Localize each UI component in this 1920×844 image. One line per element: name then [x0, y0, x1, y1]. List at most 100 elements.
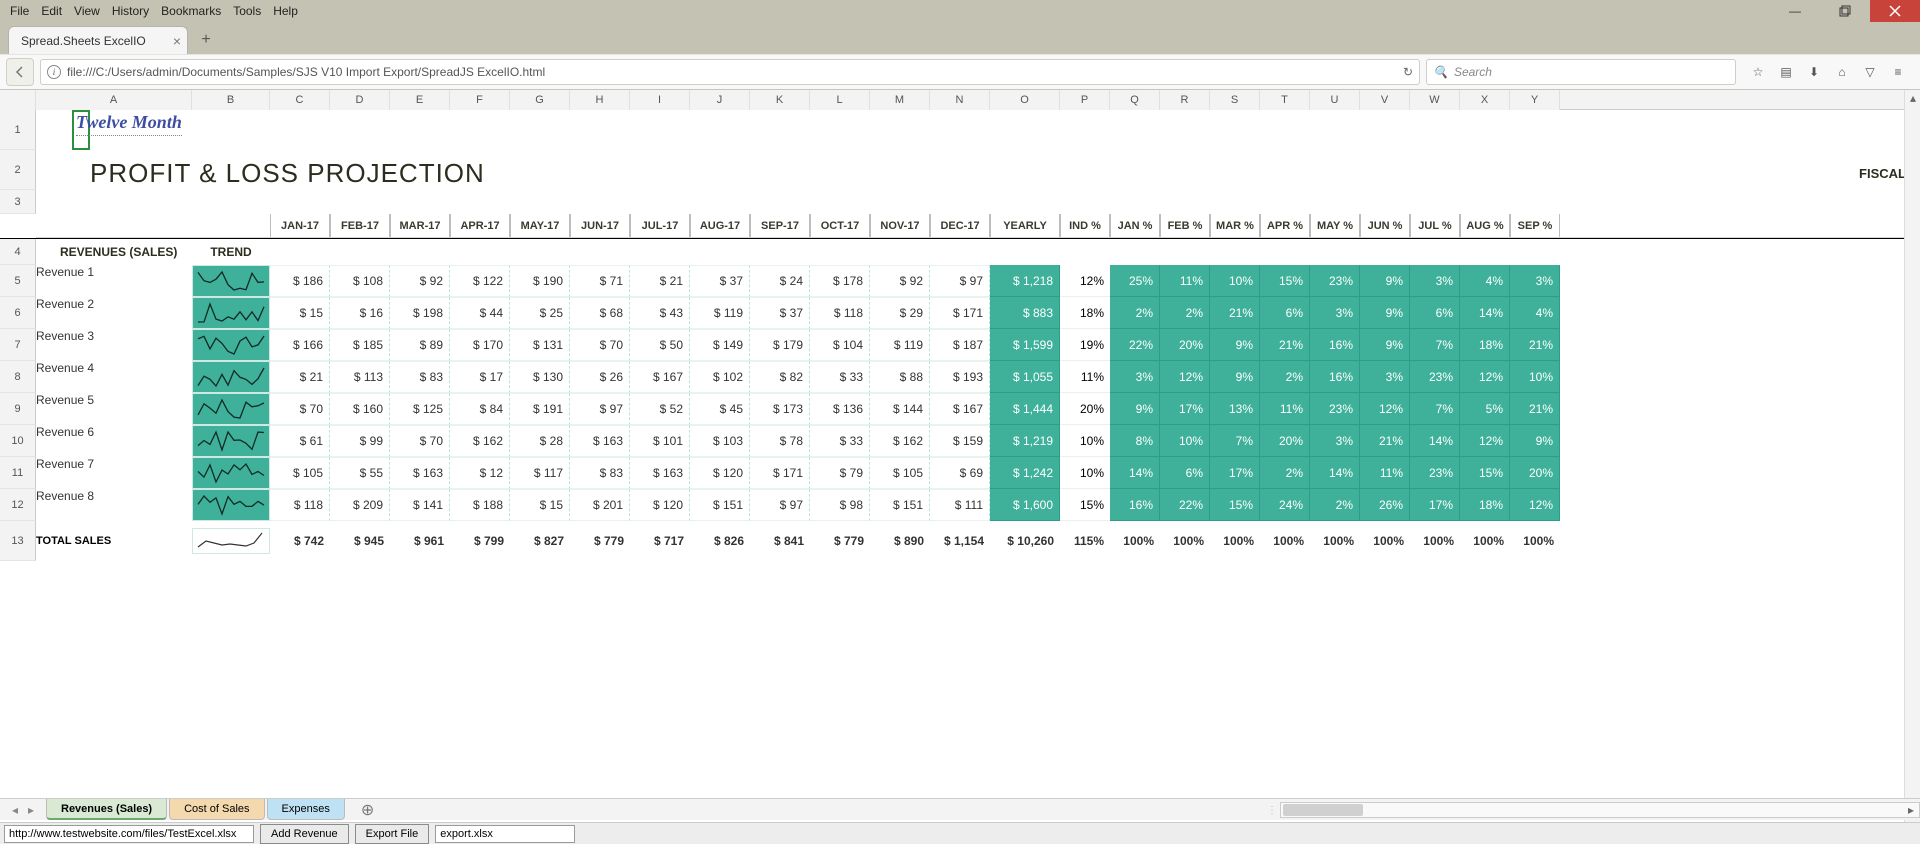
vertical-scrollbar[interactable]: ▴ ▾ [1904, 90, 1920, 822]
back-button[interactable] [6, 58, 34, 86]
col-header[interactable]: I [630, 90, 690, 110]
revenue-name[interactable]: Revenue 3 [36, 329, 192, 361]
month-value[interactable]: $ 84 [450, 393, 510, 425]
sheet-tab[interactable]: Cost of Sales [169, 799, 264, 820]
window-minimize-icon[interactable]: — [1770, 0, 1820, 22]
month-value[interactable]: $ 97 [750, 489, 810, 521]
month-value[interactable]: $ 167 [630, 361, 690, 393]
revenue-name[interactable]: Revenue 1 [36, 265, 192, 297]
month-value[interactable]: $ 120 [690, 457, 750, 489]
scroll-up-icon[interactable]: ▴ [1905, 90, 1920, 106]
month-value[interactable]: $ 198 [390, 297, 450, 329]
month-value[interactable]: $ 178 [810, 265, 870, 297]
row-header-1[interactable]: 1 [0, 110, 36, 150]
month-value[interactable]: $ 71 [570, 265, 630, 297]
month-value[interactable]: $ 170 [450, 329, 510, 361]
col-header[interactable]: Q [1110, 90, 1160, 110]
month-value[interactable]: $ 21 [630, 265, 690, 297]
month-value[interactable]: $ 78 [750, 425, 810, 457]
page-info-icon[interactable]: i [47, 65, 61, 79]
month-value[interactable]: $ 24 [750, 265, 810, 297]
month-value[interactable]: $ 70 [390, 425, 450, 457]
revenue-name[interactable]: Revenue 5 [36, 393, 192, 425]
month-value[interactable]: $ 122 [450, 265, 510, 297]
month-value[interactable]: $ 29 [870, 297, 930, 329]
export-filename-input[interactable] [435, 825, 575, 843]
menu-file[interactable]: File [4, 2, 35, 20]
col-header[interactable]: G [510, 90, 570, 110]
revenue-name[interactable]: Revenue 2 [36, 297, 192, 329]
month-value[interactable]: $ 144 [870, 393, 930, 425]
row-header[interactable]: 9 [0, 393, 36, 425]
month-value[interactable]: $ 162 [450, 425, 510, 457]
month-value[interactable]: $ 82 [750, 361, 810, 393]
col-header[interactable]: M [870, 90, 930, 110]
sheet-nav-first-icon[interactable]: ◂ [8, 803, 22, 817]
month-value[interactable]: $ 167 [930, 393, 990, 425]
month-value[interactable]: $ 92 [870, 265, 930, 297]
month-value[interactable]: $ 45 [690, 393, 750, 425]
row-header[interactable]: 10 [0, 425, 36, 457]
month-value[interactable]: $ 69 [930, 457, 990, 489]
month-value[interactable]: $ 37 [750, 297, 810, 329]
month-value[interactable]: $ 118 [810, 297, 870, 329]
menu-icon[interactable]: ≡ [1890, 65, 1906, 79]
col-header[interactable]: K [750, 90, 810, 110]
month-value[interactable]: $ 44 [450, 297, 510, 329]
month-value[interactable]: $ 173 [750, 393, 810, 425]
sheet-tab[interactable]: Expenses [267, 799, 345, 820]
month-value[interactable]: $ 61 [270, 425, 330, 457]
row-header-2[interactable]: 2 [0, 150, 36, 190]
month-value[interactable]: $ 88 [870, 361, 930, 393]
pocket-icon[interactable]: ▽ [1862, 65, 1878, 79]
window-close-icon[interactable] [1870, 0, 1920, 22]
month-value[interactable]: $ 136 [810, 393, 870, 425]
star-icon[interactable]: ☆ [1750, 65, 1766, 79]
month-value[interactable]: $ 43 [630, 297, 690, 329]
month-value[interactable]: $ 33 [810, 361, 870, 393]
col-header[interactable]: H [570, 90, 630, 110]
col-header[interactable]: N [930, 90, 990, 110]
month-value[interactable]: $ 28 [510, 425, 570, 457]
export-file-button[interactable]: Export File [355, 824, 430, 844]
month-value[interactable]: $ 125 [390, 393, 450, 425]
new-sheet-button[interactable]: ⊕ [347, 799, 388, 820]
month-value[interactable]: $ 83 [570, 457, 630, 489]
month-value[interactable]: $ 185 [330, 329, 390, 361]
revenue-name[interactable]: Revenue 8 [36, 489, 192, 521]
col-header[interactable]: W [1410, 90, 1460, 110]
month-value[interactable]: $ 17 [450, 361, 510, 393]
col-header[interactable]: V [1360, 90, 1410, 110]
month-value[interactable]: $ 159 [930, 425, 990, 457]
row-header[interactable]: 7 [0, 329, 36, 361]
menu-help[interactable]: Help [267, 2, 304, 20]
month-value[interactable]: $ 21 [270, 361, 330, 393]
month-value[interactable]: $ 89 [390, 329, 450, 361]
month-value[interactable]: $ 98 [810, 489, 870, 521]
home-icon[interactable]: ⌂ [1834, 65, 1850, 79]
select-all-corner[interactable] [0, 90, 36, 110]
month-value[interactable]: $ 16 [330, 297, 390, 329]
month-value[interactable]: $ 201 [570, 489, 630, 521]
horizontal-scrollbar[interactable]: ⋮ ▸ [1280, 802, 1920, 818]
col-header[interactable]: D [330, 90, 390, 110]
col-header[interactable]: J [690, 90, 750, 110]
month-value[interactable]: $ 163 [390, 457, 450, 489]
sheet-tab[interactable]: Revenues (Sales) [46, 799, 167, 820]
new-tab-button[interactable]: + [192, 26, 220, 54]
revenue-name[interactable]: Revenue 7 [36, 457, 192, 489]
month-value[interactable]: $ 25 [510, 297, 570, 329]
menu-edit[interactable]: Edit [35, 2, 68, 20]
month-value[interactable]: $ 193 [930, 361, 990, 393]
month-value[interactable]: $ 50 [630, 329, 690, 361]
revenue-name[interactable]: Revenue 4 [36, 361, 192, 393]
month-value[interactable]: $ 103 [690, 425, 750, 457]
month-value[interactable]: $ 97 [930, 265, 990, 297]
month-value[interactable]: $ 83 [390, 361, 450, 393]
col-header[interactable]: S [1210, 90, 1260, 110]
col-header[interactable]: F [450, 90, 510, 110]
month-value[interactable]: $ 70 [570, 329, 630, 361]
col-header[interactable]: E [390, 90, 450, 110]
col-header[interactable]: C [270, 90, 330, 110]
month-value[interactable]: $ 70 [270, 393, 330, 425]
